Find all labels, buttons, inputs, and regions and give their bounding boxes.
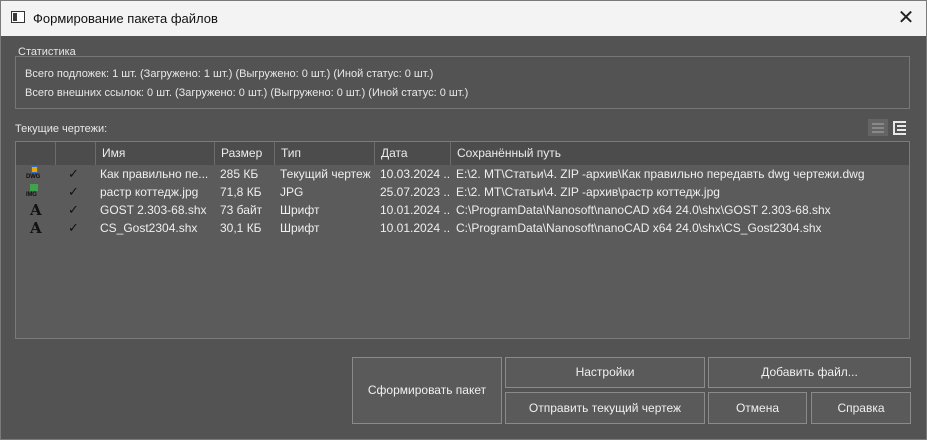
cell-type: Шрифт [280,221,320,235]
window-title: Формирование пакета файлов [33,11,218,26]
list-view-icon[interactable] [868,119,888,136]
dwg-file-icon: DWG [26,166,42,182]
cell-date: 10.03.2024 ... [380,167,450,181]
cell-type: Шрифт [280,203,320,217]
close-icon[interactable]: ✕ [892,4,920,32]
title-bar: Формирование пакета файлов ✕ [1,1,926,36]
table-body: DWG ✓ Как правильно пе... 285 КБ Текущий… [16,165,909,237]
cell-size: 73 байт [220,203,263,217]
column-header-date[interactable]: Дата [375,142,451,165]
check-icon[interactable]: ✓ [68,183,79,201]
drawings-table: Имя Размер Тип Дата Сохранённый путь DWG… [15,141,910,339]
font-file-icon: A [30,201,42,219]
image-file-icon: IMG [26,184,42,200]
cell-type: JPG [280,185,304,199]
package-dialog: Формирование пакета файлов ✕ Статистика … [0,0,927,440]
column-header-path[interactable]: Сохранённый путь [451,142,909,165]
cell-size: 71,8 КБ [220,185,262,199]
cell-date: 10.01.2024 ... [380,221,450,235]
cell-path: E:\2. MT\Статьи\4. ZIP -архив\растр котт… [456,185,720,199]
add-file-button[interactable]: Добавить файл... [708,357,911,388]
settings-button[interactable]: Настройки [505,357,705,388]
help-button[interactable]: Справка [811,392,911,424]
column-header-type[interactable]: Тип [275,142,375,165]
column-header-size[interactable]: Размер [215,142,275,165]
font-file-icon: A [30,219,42,237]
table-row[interactable]: A ✓ GOST 2.303-68.shx 73 байт Шрифт 10.0… [16,201,909,219]
cell-name: CS_Gost2304.shx [100,221,198,235]
cell-path: C:\ProgramData\Nanosoft\nanoCAD x64 24.0… [456,203,831,217]
stats-external-refs: Всего внешних ссылок: 0 шт. (Загружено: … [25,87,469,99]
current-drawings-label: Текущие чертежи: [15,123,108,135]
table-row[interactable]: DWG ✓ Как правильно пе... 285 КБ Текущий… [16,165,909,183]
cell-date: 25.07.2023 ... [380,185,450,199]
column-header-name[interactable]: Имя [96,142,215,165]
cell-path: E:\2. MT\Статьи\4. ZIP -архив\Как правил… [456,167,865,181]
form-package-button[interactable]: Сформировать пакет [352,357,502,424]
check-icon[interactable]: ✓ [68,219,79,237]
cell-name: Как правильно пе... [100,167,209,181]
cell-date: 10.01.2024 ... [380,203,450,217]
tree-view-icon[interactable] [890,119,910,136]
window-icon [11,11,25,23]
column-header-check[interactable] [56,142,96,165]
cell-size: 30,1 КБ [220,221,262,235]
stats-group: Всего подложек: 1 шт. (Загружено: 1 шт.)… [15,56,910,109]
check-icon[interactable]: ✓ [68,165,79,183]
cell-type: Текущий чертеж [280,167,371,181]
cell-name: растр коттедж.jpg [100,185,199,199]
send-current-drawing-button[interactable]: Отправить текущий чертеж [505,392,705,424]
cancel-button[interactable]: Отмена [708,392,807,424]
table-row[interactable]: IMG ✓ растр коттедж.jpg 71,8 КБ JPG 25.0… [16,183,909,201]
table-header: Имя Размер Тип Дата Сохранённый путь [16,142,909,165]
cell-size: 285 КБ [220,167,259,181]
stats-underlays: Всего подложек: 1 шт. (Загружено: 1 шт.)… [25,68,434,80]
cell-name: GOST 2.303-68.shx [100,203,207,217]
cell-path: C:\ProgramData\Nanosoft\nanoCAD x64 24.0… [456,221,822,235]
check-icon[interactable]: ✓ [68,201,79,219]
column-header-icon[interactable] [16,142,56,165]
table-row[interactable]: A ✓ CS_Gost2304.shx 30,1 КБ Шрифт 10.01.… [16,219,909,237]
